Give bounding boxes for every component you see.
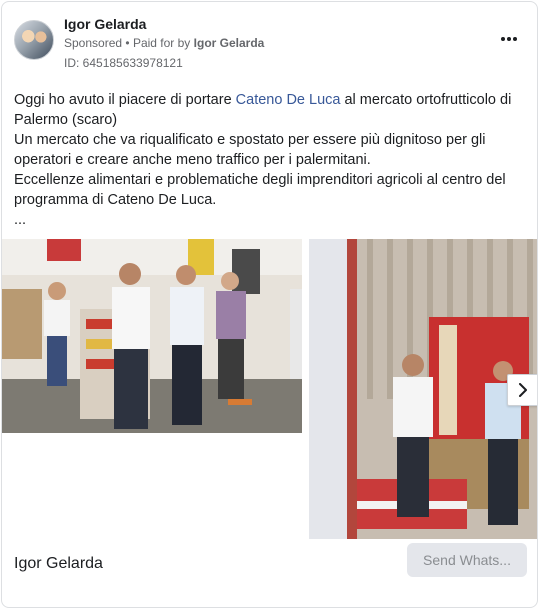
separator-dot: • [125, 36, 130, 50]
carousel-gap [309, 239, 347, 539]
market-photo-1 [2, 239, 302, 433]
paid-for-by-prefix: Paid for by [132, 36, 191, 50]
ad-card: Igor Gelarda Sponsored • Paid for by Igo… [1, 1, 538, 608]
ad-id: ID: 645185633978121 [64, 56, 183, 70]
paragraph-3: Eccellenze alimentari e problematiche de… [14, 172, 506, 208]
chevron-right-icon [519, 383, 527, 397]
send-whatsapp-button[interactable]: Send Whats... [407, 543, 527, 577]
carousel-next-button[interactable] [507, 374, 537, 406]
sponsored-line: Sponsored • Paid for by Igor Gelarda [64, 36, 264, 50]
more-options-button[interactable] [497, 30, 521, 48]
paid-for-by-name: Igor Gelarda [193, 36, 265, 50]
paragraph-2: Un mercato che va riqualificato e sposta… [14, 132, 486, 168]
more-options-icon [501, 37, 517, 41]
text-segment: Oggi ho avuto il piacere di portare [14, 92, 236, 108]
see-more-ellipsis[interactable]: ... [14, 210, 514, 230]
author-name[interactable]: Igor Gelarda [64, 16, 146, 32]
footer-page-name[interactable]: Igor Gelarda [14, 555, 103, 573]
carousel-image-1[interactable] [2, 239, 302, 433]
paragraph-1: Oggi ho avuto il piacere di portare Cate… [14, 90, 514, 130]
sponsored-label: Sponsored [64, 36, 123, 50]
carousel-footer: Igor Gelarda Send Whats... [2, 539, 537, 607]
mention-link[interactable]: Cateno De Luca [236, 92, 341, 108]
post-header: Igor Gelarda Sponsored • Paid for by Igo… [14, 14, 525, 74]
post-text: Oggi ho avuto il piacere di portare Cate… [14, 90, 514, 230]
image-carousel [2, 239, 537, 539]
avatar[interactable] [14, 20, 54, 60]
